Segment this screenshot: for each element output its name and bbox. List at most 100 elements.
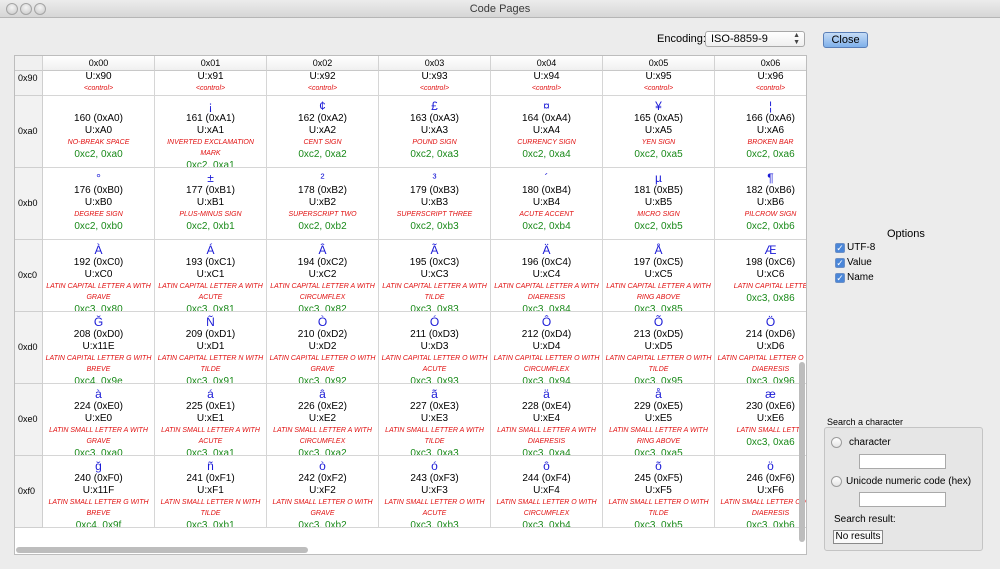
code-cell[interactable]: U:x90<control>0xc2, 0x90	[43, 71, 155, 96]
code-cell[interactable]: Ó 211 (0xD3) U:xD3 LATIN CAPITAL LETTER O W…	[379, 312, 491, 384]
cell-unicode: U:xE2	[308, 413, 337, 424]
cell-glyph: ²	[320, 171, 325, 185]
code-cell[interactable]: ñ 241 (0xF1) U:xF1 LATIN SMALL LETTER N WIT…	[155, 456, 267, 528]
code-cell[interactable]: ò 242 (0xF2) U:xF2 LATIN SMALL LETTER O WIT…	[267, 456, 379, 528]
code-cell[interactable]: æ 230 (0xE6) U:xE6 LATIN SMALL LETTE 0xc3, 0…	[715, 384, 806, 456]
code-cell[interactable]: Ã 195 (0xC3) U:xC3 LATIN CAPITAL LETTER A W…	[379, 240, 491, 312]
code-cell[interactable]: ¢ 162 (0xA2) U:xA2 CENT SIGN 0xc2, 0xa2	[267, 96, 379, 168]
search-result-value: No results	[833, 530, 883, 544]
code-cell[interactable]: å 229 (0xE5) U:xE5 LATIN SMALL LETTER A WIT…	[603, 384, 715, 456]
code-cell[interactable]: õ 245 (0xF5) U:xF5 LATIN SMALL LETTER O WIT…	[603, 456, 715, 528]
code-cell[interactable]: ³ 179 (0xB3) U:xB3 SUPERSCRIPT THREE 0xc2, 0…	[379, 168, 491, 240]
cell-unicode: U:xE0	[84, 413, 113, 424]
code-cell[interactable]: ¥165 (0xA5) U:xA5 YEN SIGN 0xc2, 0xa5	[603, 96, 715, 168]
code-cell[interactable]: 160 (0xA0) U:xA0 NO-BREAK SPACE 0xc2, 0xa0	[43, 96, 155, 168]
code-cell[interactable]: à 224 (0xE0) U:xE0 LATIN SMALL LETTER A WIT…	[43, 384, 155, 456]
cell-utf8-bytes: 0xc3, 0x94	[522, 376, 571, 384]
checkbox-checked-icon[interactable]: ✓	[835, 258, 845, 268]
cell-char-name: DEGREE SIGN	[74, 211, 123, 218]
radio-unicode[interactable]	[831, 476, 842, 487]
code-cell[interactable]: ² 178 (0xB2) U:xB2 SUPERSCRIPT TWO 0xc2, 0xb…	[267, 168, 379, 240]
option-value[interactable]: ✓ Value	[835, 257, 872, 268]
cell-glyph: Á	[206, 243, 215, 257]
horizontal-scrollbar-thumb[interactable]	[16, 547, 308, 553]
unicode-input[interactable]	[859, 492, 946, 507]
code-cell[interactable]: U:x96<control>0xc2, 0x96	[715, 71, 806, 96]
zoom-window-icon[interactable]	[34, 3, 46, 15]
code-cell[interactable]: á 225 (0xE1) U:xE1 LATIN SMALL LETTER A WIT…	[155, 384, 267, 456]
code-cell[interactable]: ö246 (0xF6)U:xF6 LATIN SMALL LETTER O WIT…	[715, 456, 806, 528]
column-header: 0x01	[155, 56, 267, 71]
cell-unicode: U:xD3	[420, 341, 449, 352]
checkbox-checked-icon[interactable]: ✓	[835, 273, 845, 283]
cell-unicode: U:x90	[85, 71, 112, 82]
code-cell[interactable]: Ô 212 (0xD4) U:xD4 LATIN CAPITAL LETTER O W…	[491, 312, 603, 384]
cell-unicode: U:xE3	[420, 413, 449, 424]
cell-char-name: LATIN SMALL LETTER A WITH RING ABOVE	[609, 427, 708, 445]
cell-unicode: U:xD5	[644, 341, 673, 352]
code-cell[interactable]: U:x91<control>0xc2, 0x91	[155, 71, 267, 96]
code-cell[interactable]: ±177 (0xB1) U:xB1 PLUS-MINUS SIGN 0xc2, 0xb…	[155, 168, 267, 240]
vertical-scrollbar-thumb[interactable]	[799, 362, 805, 542]
close-window-icon[interactable]	[6, 3, 18, 15]
code-cell[interactable]: µ 181 (0xB5) U:xB5 MICRO SIGN 0xc2, 0xb5	[603, 168, 715, 240]
close-button[interactable]: Close	[823, 32, 868, 48]
option-utf8[interactable]: ✓ UTF-8	[835, 242, 875, 253]
cell-utf8-bytes: 0xc3, 0xa3	[410, 448, 459, 456]
minimize-window-icon[interactable]	[20, 3, 32, 15]
code-cell[interactable]: Ğ 208 (0xD0) U:x11E LATIN CAPITAL LETTER G …	[43, 312, 155, 384]
code-table[interactable]: 0x00 0x01 0x02 0x03 0x04 0x05 0x06 0x90 U:x90 <c…	[14, 55, 807, 555]
code-cell[interactable]: U:x93<control>0xc2, 0x93	[379, 71, 491, 96]
row-header-label: 0xc0	[18, 270, 38, 280]
cell-char-name: LATIN CAPITAL LETTER O WITH GRAVE	[269, 355, 376, 373]
cell-char-name: <control>	[419, 85, 450, 92]
code-cell[interactable]: ğ 240 (0xF0) U:x11F LATIN SMALL LETTER G WI…	[43, 456, 155, 528]
code-cell[interactable]: Ò 210 (0xD2) U:xD2 LATIN CAPITAL LETTER O W…	[267, 312, 379, 384]
cell-decimal: 245 (0xF5)	[634, 473, 683, 484]
cell-char-name: <control>	[643, 85, 674, 92]
cell-unicode: U:xF2	[309, 485, 336, 496]
code-cell[interactable]: ã 227 (0xE3) U:xE3 LATIN SMALL LETTER A WIT…	[379, 384, 491, 456]
character-input[interactable]	[859, 454, 946, 469]
code-cell[interactable]: Ö214 (0xD6)U:xD6 LATIN CAPITAL LETTER O W…	[715, 312, 806, 384]
code-cell[interactable]: Ä 196 (0xC4) U:xC4 LATIN CAPITAL LETTER A W…	[491, 240, 603, 312]
option-name[interactable]: ✓ Name	[835, 272, 874, 283]
code-cell[interactable]: Æ 198 (0xC6) U:xC6 LATIN CAPITAL LETTE 0xc3,…	[715, 240, 806, 312]
code-cell[interactable]: Â 194 (0xC2) U:xC2 LATIN CAPITAL LETTER A W…	[267, 240, 379, 312]
cell-decimal: 161 (0xA1)	[186, 113, 235, 124]
cell-char-name: LATIN SMALL LETTER A WITH DIAERESIS	[497, 427, 596, 445]
checkbox-checked-icon[interactable]: ✓	[835, 243, 845, 253]
cell-char-name: CURRENCY SIGN	[517, 139, 576, 146]
cell-unicode: U:xC5	[644, 269, 673, 280]
cell-glyph: å	[655, 387, 662, 401]
code-cell[interactable]: Ñ 209 (0xD1) U:xD1 LATIN CAPITAL LETTER N W…	[155, 312, 267, 384]
code-cell[interactable]: Å 197 (0xC5) U:xC5 LATIN CAPITAL LETTER A W…	[603, 240, 715, 312]
code-cell[interactable]: ¡ 161 (0xA1) U:xA1 INVERTED EXCLAMATION MAR…	[155, 96, 267, 168]
code-cell[interactable]: ä 228 (0xE4) U:xE4 LATIN SMALL LETTER A WIT…	[491, 384, 603, 456]
cell-unicode: U:xC2	[308, 269, 337, 280]
code-cell[interactable]: â 226 (0xE2) U:xE2 LATIN SMALL LETTER A WIT…	[267, 384, 379, 456]
code-cell[interactable]: ´ 180 (0xB4) U:xB4 ACUTE ACCENT 0xc2, 0xb4	[491, 168, 603, 240]
code-cell[interactable]: ó 243 (0xF3) U:xF3 LATIN SMALL LETTER O WIT…	[379, 456, 491, 528]
code-cell[interactable]: ¶ 182 (0xB6) U:xB6 PILCROW SIGN 0xc2, 0xb6	[715, 168, 806, 240]
code-cell[interactable]: U:x94<control>0xc2, 0x94	[491, 71, 603, 96]
code-cell[interactable]: ¦ 166 (0xA6) U:xA6 BROKEN BAR 0xc2, 0xa6	[715, 96, 806, 168]
cell-unicode: U:xA1	[196, 125, 225, 136]
code-cell[interactable]: U:x92<control>0xc2, 0x92	[267, 71, 379, 96]
cell-unicode: U:xA3	[420, 125, 449, 136]
code-cell[interactable]: £163 (0xA3) U:xA3 POUND SIGN 0xc2, 0xa3	[379, 96, 491, 168]
code-cell[interactable]: À 192 (0xC0) U:xC0 LATIN CAPITAL LETTER A W…	[43, 240, 155, 312]
code-cell[interactable]: Á 193 (0xC1) U:xC1 LATIN CAPITAL LETTER A W…	[155, 240, 267, 312]
cell-decimal: 196 (0xC4)	[521, 257, 572, 268]
cell-utf8-bytes: 0xc3, 0x96	[746, 376, 795, 384]
cell-decimal: 166 (0xA6)	[746, 113, 795, 124]
code-cell[interactable]: ° 176 (0xB0) U:xB0 DEGREE SIGN 0xc2, 0xb0	[43, 168, 155, 240]
code-cell[interactable]: Õ 213 (0xD5) U:xD5 LATIN CAPITAL LETTER O W…	[603, 312, 715, 384]
code-cell[interactable]: ¤ 164 (0xA4) U:xA4 CURRENCY SIGN 0xc2, 0xa4	[491, 96, 603, 168]
code-cell[interactable]: ô 244 (0xF4) U:xF4 LATIN SMALL LETTER O WIT…	[491, 456, 603, 528]
column-header-row: 0x00 0x01 0x02 0x03 0x04 0x05 0x06	[43, 56, 806, 71]
code-cell[interactable]: U:x95<control>0xc2, 0x95	[603, 71, 715, 96]
radio-character[interactable]	[831, 437, 842, 448]
cell-decimal: 195 (0xC3)	[409, 257, 460, 268]
encoding-select[interactable]: ISO-8859-9 ▲ ▼	[705, 31, 805, 47]
